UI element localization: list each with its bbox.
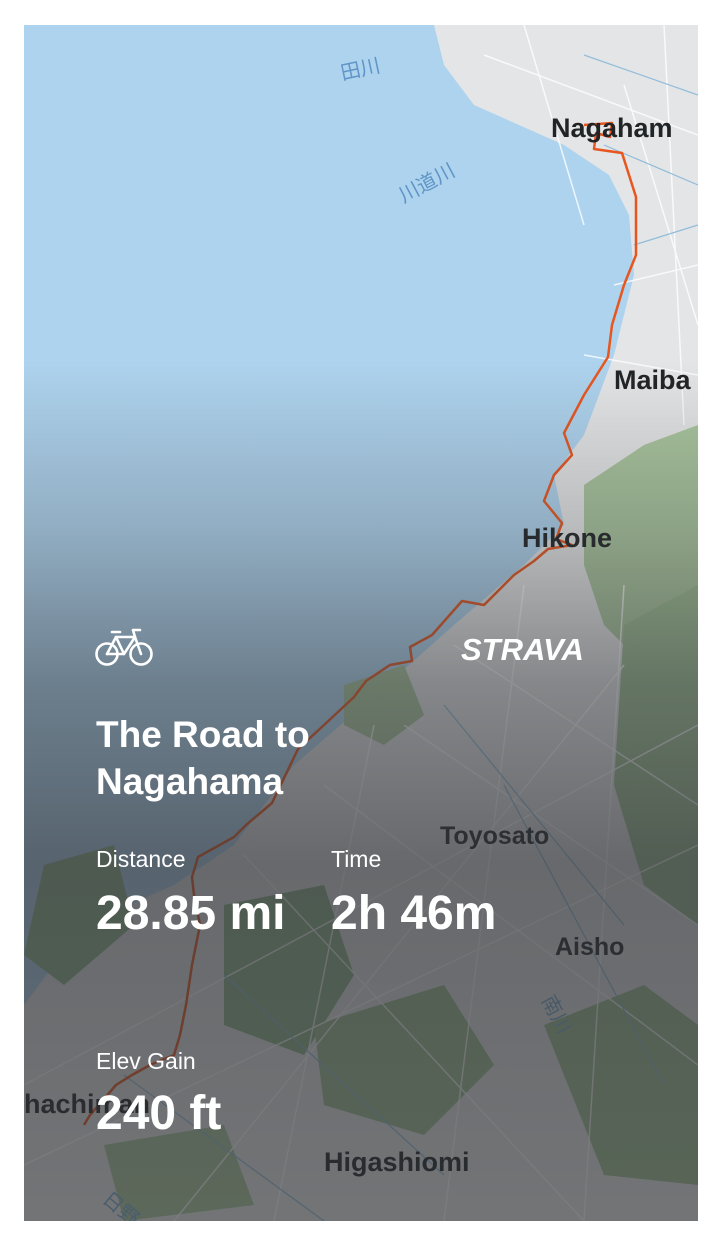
time-label: Time bbox=[331, 846, 382, 872]
elevation-gain-label: Elev Gain bbox=[96, 1048, 196, 1074]
strava-logo: STRAVA bbox=[461, 632, 584, 667]
time-value: 2h 46m bbox=[331, 887, 497, 940]
activity-share-card: 田川 川道川 南川 日野 Nagaham Maiba Hikone Toyosa… bbox=[24, 25, 698, 1221]
elevation-gain-value: 240 ft bbox=[96, 1087, 222, 1140]
distance-value: 28.85 mi bbox=[96, 887, 286, 940]
activity-title: The Road to Nagahama bbox=[96, 714, 310, 802]
distance-label: Distance bbox=[96, 846, 186, 872]
bicycle-icon bbox=[95, 628, 153, 666]
activity-stats: STRAVA The Road to Nagahama Distance 28.… bbox=[24, 25, 698, 1221]
